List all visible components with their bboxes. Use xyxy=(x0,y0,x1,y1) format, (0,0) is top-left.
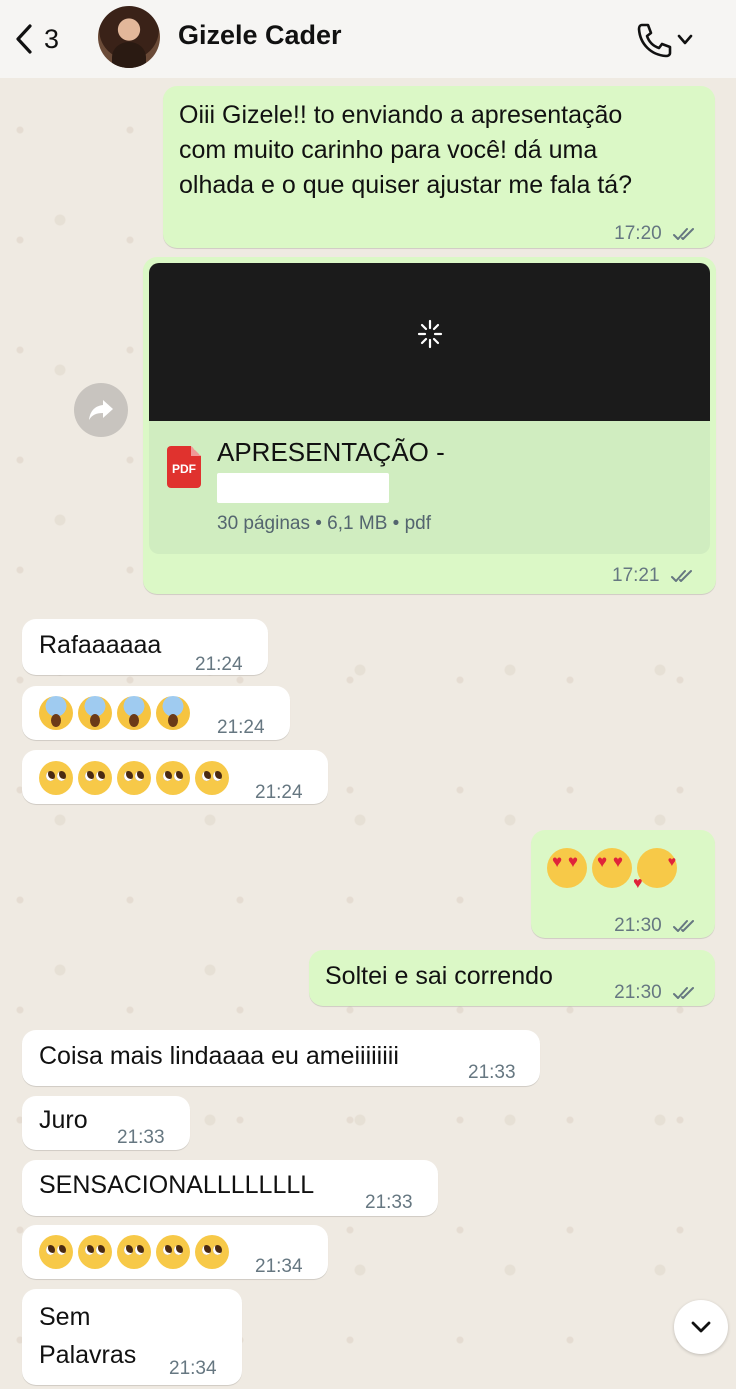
message-text: Juro xyxy=(39,1106,88,1134)
unread-count: 3 xyxy=(44,23,60,54)
message-time: 21:33 xyxy=(365,1192,413,1213)
message-bubble-outgoing[interactable]: Soltei e sai correndo 21:30 xyxy=(309,950,715,1006)
message-text: Coisa mais lindaaaa eu ameiiiiiiii xyxy=(39,1042,399,1070)
phone-icon xyxy=(637,23,672,58)
contact-name[interactable]: Gizele Cader xyxy=(178,20,342,51)
forward-icon xyxy=(89,400,113,420)
message-text: SENSACIONALLLLLLLL xyxy=(39,1171,315,1199)
message-bubble-outgoing[interactable]: 21:30 xyxy=(531,830,715,938)
chevron-left-icon xyxy=(16,24,32,54)
document-title: APRESENTAÇÃO - xyxy=(217,437,445,467)
message-time: 21:34 xyxy=(169,1358,217,1379)
message-bubble-incoming[interactable]: Juro 21:33 xyxy=(22,1096,190,1150)
message-text: Soltei e sai correndo xyxy=(325,962,553,990)
chevron-down-icon xyxy=(677,34,693,45)
double-check-icon xyxy=(670,569,692,582)
pleading-face-icon xyxy=(117,1235,151,1270)
heart-eyes-face-icon xyxy=(592,848,632,888)
forward-button[interactable] xyxy=(74,383,128,437)
message-time: 21:34 xyxy=(255,1256,303,1277)
screaming-face-icon xyxy=(78,696,112,731)
message-time: 21:33 xyxy=(117,1127,165,1148)
message-bubble-incoming[interactable]: 21:24 xyxy=(22,686,290,740)
message-time: 21:24 xyxy=(255,782,303,803)
document-meta: 30 páginas • 6,1 MB • pdf xyxy=(217,513,431,534)
pleading-face-icon xyxy=(156,1235,190,1270)
message-bubble-outgoing[interactable]: Oiii Gizele!! to enviando a apresentação… xyxy=(163,86,715,248)
pleading-face-icon xyxy=(195,761,229,796)
message-bubble-incoming[interactable]: SENSACIONALLLLLLLL 21:33 xyxy=(22,1160,438,1216)
message-bubble-incoming[interactable]: 21:24 xyxy=(22,750,328,804)
message-time: 17:20 xyxy=(614,216,699,251)
message-time: 21:33 xyxy=(468,1062,516,1083)
message-time: 21:30 xyxy=(614,908,699,943)
message-bubble-incoming[interactable]: Coisa mais lindaaaa eu ameiiiiiiii 21:33 xyxy=(22,1030,540,1086)
document-info[interactable]: PDF APRESENTAÇÃO - 30 páginas • 6,1 MB •… xyxy=(149,421,710,554)
message-bubble-incoming[interactable]: Sem Palavras 21:34 xyxy=(22,1289,242,1385)
emoji-message xyxy=(39,695,195,731)
pleading-face-icon xyxy=(156,761,190,796)
avatar[interactable] xyxy=(98,6,160,68)
smiling-face-with-hearts-icon xyxy=(633,844,680,901)
message-bubble-incoming[interactable]: Rafaaaaaa 21:24 xyxy=(22,619,268,675)
pleading-face-icon xyxy=(78,761,112,796)
message-time: 21:24 xyxy=(217,717,265,738)
chevron-down-icon xyxy=(691,1321,711,1333)
message-text: Rafaaaaaa xyxy=(39,631,162,659)
document-preview[interactable] xyxy=(149,263,710,421)
spinner-icon xyxy=(417,319,443,349)
message-bubble-incoming[interactable]: 21:34 xyxy=(22,1225,328,1279)
pleading-face-icon xyxy=(78,1235,112,1270)
emoji-message xyxy=(547,844,682,901)
screaming-face-icon xyxy=(117,696,151,731)
emoji-message xyxy=(39,1234,234,1270)
double-check-icon xyxy=(673,227,694,240)
double-check-icon xyxy=(673,986,694,999)
message-time: 21:24 xyxy=(195,654,243,675)
redacted-filename xyxy=(217,473,389,503)
pdf-file-icon: PDF xyxy=(167,446,201,488)
back-button[interactable]: 3 xyxy=(14,18,78,60)
scroll-to-bottom-button[interactable] xyxy=(674,1300,728,1354)
screaming-face-icon xyxy=(39,696,73,731)
heart-eyes-face-icon xyxy=(547,848,587,888)
pleading-face-icon xyxy=(117,761,151,796)
pleading-face-icon xyxy=(195,1235,229,1270)
message-text: Oiii Gizele!! to enviando a apresentação… xyxy=(179,101,633,199)
call-button[interactable] xyxy=(634,20,704,60)
message-time: 17:21 xyxy=(612,565,697,587)
pleading-face-icon xyxy=(39,1235,73,1270)
emoji-message xyxy=(39,760,234,796)
screaming-face-icon xyxy=(156,696,190,731)
message-time: 21:30 xyxy=(614,975,699,1010)
message-text: Sem Palavras xyxy=(39,1303,137,1369)
chat-header: 3 Gizele Cader xyxy=(0,0,736,78)
pleading-face-icon xyxy=(39,761,73,796)
double-check-icon xyxy=(673,919,694,932)
